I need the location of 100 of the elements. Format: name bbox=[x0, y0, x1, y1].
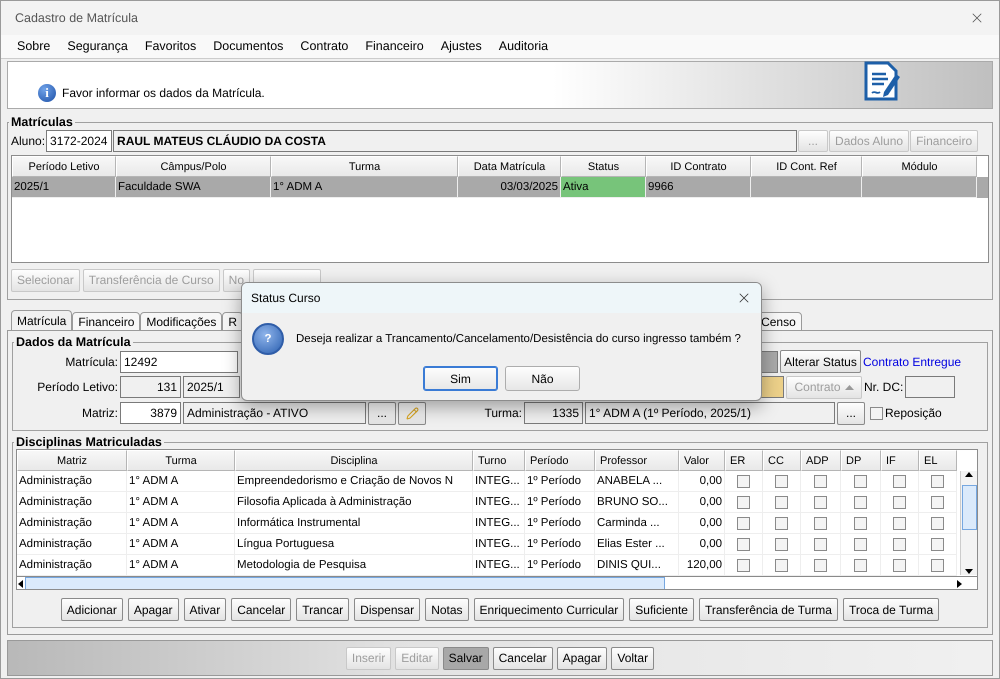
action-button[interactable]: Troca de Turma bbox=[842, 598, 940, 621]
action-button[interactable]: Transferência de Turma bbox=[698, 598, 838, 621]
checkbox[interactable] bbox=[931, 538, 944, 550]
checkbox[interactable] bbox=[931, 496, 944, 508]
action-button[interactable]: Dispensar bbox=[354, 598, 420, 621]
checkbox[interactable] bbox=[737, 558, 750, 572]
column-header: ER bbox=[725, 450, 763, 471]
tab[interactable]: Financeiro bbox=[72, 312, 140, 331]
checkbox[interactable] bbox=[854, 516, 867, 530]
dialog-button[interactable]: Sim bbox=[423, 366, 498, 391]
column-header: Período Letivo bbox=[12, 156, 116, 177]
column-header: Professor bbox=[595, 450, 679, 471]
table-cell: 9966 bbox=[646, 177, 751, 198]
menu-item[interactable]: Favoritos bbox=[144, 39, 196, 54]
column-header: Turma bbox=[271, 156, 458, 177]
input-field[interactable]: RAUL MATEUS CLÁUDIO DA COSTA bbox=[113, 130, 798, 152]
action-button[interactable]: Notas bbox=[425, 598, 469, 621]
checkbox[interactable] bbox=[737, 538, 750, 550]
scroll-up-icon[interactable] bbox=[965, 471, 973, 479]
checkbox[interactable] bbox=[814, 496, 827, 508]
checkbox[interactable] bbox=[931, 558, 944, 572]
action-button[interactable]: Trancar bbox=[296, 598, 350, 621]
input-field[interactable]: 12492 bbox=[120, 350, 238, 372]
table-cell: 2025/1 bbox=[12, 177, 116, 198]
table-row[interactable]: 2025/1 Faculdade SWA 1° ADM A 03/03/2025 Ativa 9966 bbox=[12, 177, 988, 198]
checkbox[interactable] bbox=[870, 406, 883, 420]
checkbox[interactable] bbox=[737, 474, 750, 488]
column-header: ADP bbox=[801, 450, 841, 471]
checkbox[interactable] bbox=[854, 474, 867, 488]
checkbox[interactable] bbox=[775, 538, 788, 550]
checkbox[interactable] bbox=[931, 516, 944, 530]
footer-button[interactable]: Cancelar bbox=[492, 646, 553, 670]
window-title: Cadastro de Matrícula bbox=[15, 10, 138, 25]
horizontal-scrollbar[interactable] bbox=[17, 576, 977, 589]
checkbox[interactable] bbox=[893, 558, 906, 572]
vertical-scrollbar[interactable] bbox=[960, 471, 977, 575]
checkbox[interactable] bbox=[854, 496, 867, 508]
checkbox[interactable] bbox=[814, 538, 827, 550]
input-field[interactable]: Administração - ATIVO bbox=[183, 402, 366, 424]
menu-item[interactable]: Segurança bbox=[67, 39, 128, 54]
menu-item[interactable]: Contrato bbox=[300, 39, 348, 54]
checkbox[interactable] bbox=[814, 516, 827, 530]
scroll-right-icon[interactable] bbox=[955, 580, 963, 588]
column-header: ID Cont. Ref bbox=[751, 156, 862, 177]
menu-item[interactable]: Ajustes bbox=[440, 39, 482, 54]
menu-item[interactable]: Documentos bbox=[213, 39, 284, 54]
action-button[interactable]: Apagar bbox=[128, 598, 179, 621]
column-header: Disciplina bbox=[235, 450, 473, 471]
footer-button[interactable]: Apagar bbox=[556, 646, 608, 670]
input-field[interactable] bbox=[905, 376, 956, 398]
checkbox[interactable] bbox=[893, 496, 906, 508]
action-button[interactable]: Suficiente bbox=[629, 598, 694, 621]
checkbox[interactable] bbox=[737, 496, 750, 508]
column-header: Status bbox=[561, 156, 646, 177]
checkbox[interactable] bbox=[854, 558, 867, 572]
action-button[interactable]: Adicionar bbox=[60, 598, 123, 621]
edit-button[interactable] bbox=[398, 402, 426, 424]
column-header: Câmpus/Polo bbox=[116, 156, 271, 177]
tab[interactable]: Modificações bbox=[140, 312, 222, 331]
action-button[interactable]: Enriquecimento Curricular bbox=[474, 598, 624, 621]
checkbox[interactable] bbox=[893, 538, 906, 550]
menu-item[interactable]: Sobre bbox=[17, 39, 50, 54]
footer-button[interactable]: Salvar bbox=[442, 646, 489, 670]
footer-button[interactable]: Voltar bbox=[611, 646, 654, 670]
input-field[interactable]: 2025/1 bbox=[183, 376, 240, 398]
checkbox[interactable] bbox=[893, 516, 906, 530]
checkbox[interactable] bbox=[775, 558, 788, 572]
checkbox[interactable] bbox=[854, 538, 867, 550]
action-button[interactable]: Ativar bbox=[184, 598, 226, 621]
checkbox[interactable] bbox=[814, 474, 827, 488]
scroll-left-icon[interactable] bbox=[17, 580, 25, 588]
browse-button[interactable]: ... bbox=[837, 402, 865, 424]
column-header: IF bbox=[881, 450, 919, 471]
dialog-message: Deseja realizar a Trancamento/Cancelamento/Desistência do curso ingresso também ? bbox=[296, 333, 741, 345]
checkbox[interactable] bbox=[775, 496, 788, 508]
status-cell: Ativa bbox=[561, 177, 646, 198]
dialog-button[interactable]: Não bbox=[505, 366, 580, 391]
column-header: EL bbox=[919, 450, 957, 471]
contract-link[interactable]: Contrato Entregue bbox=[863, 354, 962, 368]
input-field[interactable]: 1335 bbox=[524, 402, 583, 424]
checkbox[interactable] bbox=[931, 474, 944, 488]
checkbox[interactable] bbox=[814, 558, 827, 572]
input-field[interactable]: 131 bbox=[120, 376, 181, 398]
tab[interactable]: Matrícula bbox=[11, 310, 72, 331]
checkbox[interactable] bbox=[737, 516, 750, 530]
menu-item[interactable]: Financeiro bbox=[365, 39, 424, 54]
checkbox[interactable] bbox=[893, 474, 906, 488]
checkbox[interactable] bbox=[775, 516, 788, 530]
action-button[interactable]: Cancelar bbox=[231, 598, 292, 621]
column-header: Turma bbox=[127, 450, 235, 471]
input-field[interactable]: 3879 bbox=[120, 402, 181, 424]
menu-item[interactable]: Auditoria bbox=[498, 39, 548, 54]
field-label: Período Letivo: bbox=[36, 380, 118, 394]
input-field[interactable]: 1° ADM A (1º Período, 2025/1) bbox=[585, 402, 835, 424]
checkbox[interactable] bbox=[775, 474, 788, 488]
browse-button[interactable]: ... bbox=[368, 402, 396, 424]
document-pen-icon bbox=[862, 60, 902, 102]
alterar-status-button[interactable]: Alterar Status bbox=[780, 350, 861, 373]
field-label: Aluno: bbox=[11, 134, 46, 148]
input-field[interactable]: 3172-2024 bbox=[46, 130, 112, 152]
